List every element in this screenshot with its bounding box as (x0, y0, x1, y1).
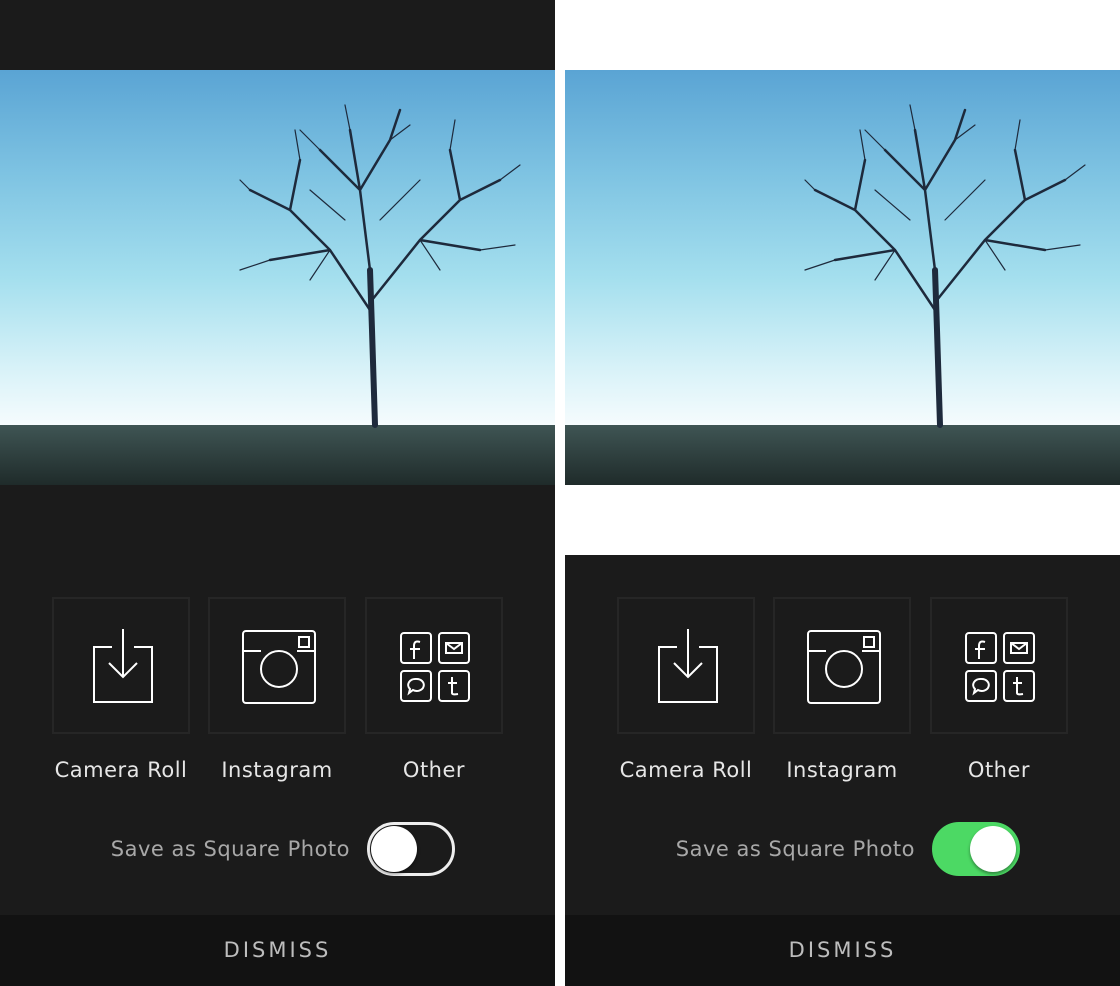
top-bar (0, 0, 555, 70)
other-button[interactable] (365, 597, 503, 734)
toggle-knob[interactable] (371, 826, 417, 872)
dismiss-button[interactable]: DISMISS (0, 915, 555, 986)
other-label: Other (402, 758, 466, 782)
save-square-toggle[interactable] (367, 822, 455, 876)
tree-illustration (804, 104, 1086, 428)
save-square-label: Save as Square Photo (675, 837, 915, 861)
share-panel-toggle-on: Camera Roll Instagram Other Save as Squa… (565, 0, 1120, 986)
social-share-icon (965, 632, 1035, 702)
download-icon (93, 629, 153, 703)
camera-roll-label: Camera Roll (619, 758, 753, 782)
other-button[interactable] (930, 597, 1068, 734)
instagram-button[interactable] (208, 597, 346, 734)
other-label: Other (967, 758, 1031, 782)
share-panel-toggle-off: Camera Roll Instagram Other Save as Squa… (0, 0, 555, 986)
photo-preview (565, 70, 1120, 485)
save-square-toggle[interactable] (932, 822, 1020, 876)
instagram-icon (242, 630, 316, 704)
instagram-label: Instagram (786, 758, 898, 782)
dismiss-button[interactable]: DISMISS (565, 915, 1120, 986)
save-square-label: Save as Square Photo (110, 837, 350, 861)
spacer (565, 485, 1120, 555)
photo-preview (0, 70, 555, 485)
top-bar (565, 0, 1120, 70)
camera-roll-button[interactable] (52, 597, 190, 734)
download-icon (658, 629, 718, 703)
camera-roll-label: Camera Roll (54, 758, 188, 782)
tree-illustration (239, 104, 521, 428)
instagram-button[interactable] (773, 597, 911, 734)
instagram-icon (807, 630, 881, 704)
instagram-label: Instagram (221, 758, 333, 782)
camera-roll-button[interactable] (617, 597, 755, 734)
social-share-icon (400, 632, 470, 702)
toggle-knob[interactable] (970, 826, 1016, 872)
